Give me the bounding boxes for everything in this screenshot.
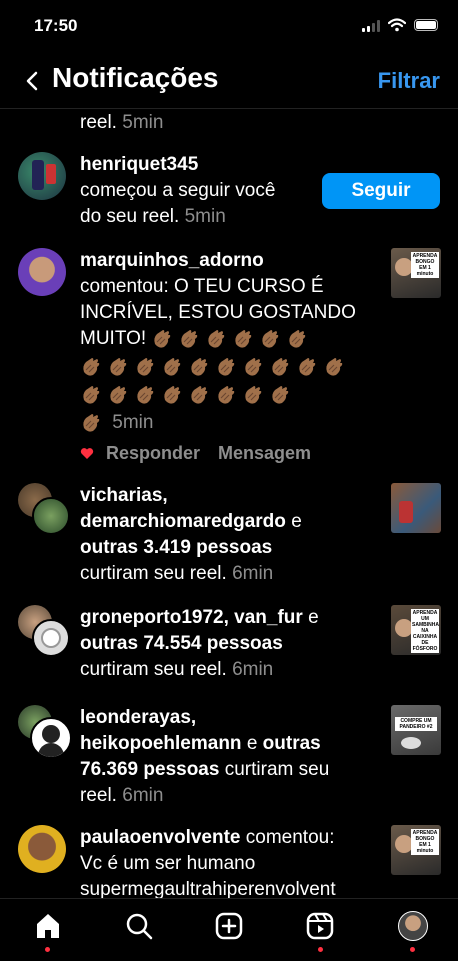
bottom-nav <box>0 898 458 961</box>
notification-item-likes[interactable]: groneporto1972, van_fur e outras 74.554 … <box>0 605 458 690</box>
search-icon[interactable] <box>124 911 154 941</box>
heart-icon[interactable] <box>80 447 94 460</box>
clapping-hands-icon <box>272 357 289 376</box>
clapping-hands-icon <box>218 385 235 404</box>
message-button[interactable]: Mensagem <box>218 440 311 466</box>
header-divider <box>0 108 458 109</box>
clapping-hands-icon <box>83 413 100 432</box>
reel-thumbnail[interactable]: COMPRE UM PANDEIRO #2 <box>391 705 441 755</box>
username[interactable]: demarchiomaredgardo <box>80 511 286 532</box>
header: Notificações Filtrar <box>0 58 458 106</box>
clapping-hands-icon <box>235 329 252 348</box>
clapping-hands-icon <box>326 357 343 376</box>
notification-text: leonderayas, heikopoehlemann e outras 76… <box>80 705 330 806</box>
clapping-hands-icon <box>83 385 100 404</box>
notification-text: henriquet345 começou a seguir você do se… <box>80 152 276 227</box>
clapping-hands-icon <box>110 357 127 376</box>
notification-item-comment[interactable]: marquinhos_adorno comentou: O TEU CURSO … <box>0 248 458 468</box>
clapping-hands-icon <box>137 357 154 376</box>
notification-time: 6min <box>122 785 164 806</box>
username[interactable]: vicharias, <box>80 483 302 509</box>
clapping-hands-icon <box>245 385 262 404</box>
notification-time: 5min <box>184 206 226 227</box>
reel-thumbnail[interactable]: APRENDA BONGO EM 1 minuto <box>391 825 441 875</box>
username[interactable]: heikopoehlemann <box>80 733 242 754</box>
notification-time: 6min <box>232 563 274 584</box>
wifi-icon <box>388 18 406 32</box>
reel-thumbnail[interactable]: APRENDA UM SAMBINHA NA CAIXINHA DE FÓSFO… <box>391 605 441 655</box>
clapping-hands-icon <box>181 329 198 348</box>
clapping-hands-icon <box>262 329 279 348</box>
page-title: Notificações <box>52 62 219 93</box>
reels-notification-dot <box>318 947 323 952</box>
back-arrow-icon[interactable] <box>20 66 50 96</box>
notification-text: paulaoenvolvente comentou: Vc é um ser h… <box>80 827 336 900</box>
avatar[interactable] <box>32 619 70 657</box>
username[interactable]: paulaoenvolvente <box>80 827 241 848</box>
clapping-hands-icon <box>154 329 171 348</box>
clapping-hands-icon <box>245 357 262 376</box>
home-icon[interactable] <box>33 911 63 941</box>
username[interactable]: leonderayas, <box>80 705 329 731</box>
clapping-hands-icon <box>137 385 154 404</box>
notification-item-likes[interactable]: leonderayas, heikopoehlemann e outras 76… <box>0 705 458 815</box>
notification-time: 5min <box>112 412 154 433</box>
reels-icon[interactable] <box>305 911 335 941</box>
avatar[interactable] <box>30 717 72 759</box>
thumbnail-caption: APRENDA BONGO EM 1 minuto <box>411 829 439 855</box>
avatar[interactable] <box>18 248 66 296</box>
username[interactable]: marquinhos_adorno <box>80 248 380 274</box>
clapping-hands-icon <box>164 357 181 376</box>
notification-text: vicharias, demarchiomaredgardo e outras … <box>80 483 302 584</box>
notification-text: marquinhos_adorno comentou: O TEU CURSO … <box>80 248 380 438</box>
reply-button[interactable]: Responder <box>106 440 200 466</box>
notification-text: reel. 5min <box>80 112 164 133</box>
clapping-hands-icon <box>191 385 208 404</box>
comment-actions: Responder Mensagem <box>0 440 458 466</box>
status-icons <box>362 18 438 32</box>
username[interactable]: groneporto1972, <box>80 607 229 628</box>
reel-thumbnail[interactable] <box>391 483 441 533</box>
filter-button[interactable]: Filtrar <box>378 68 440 94</box>
status-bar: 17:50 <box>0 0 458 54</box>
thumbnail-caption: COMPRE UM PANDEIRO #2 <box>395 717 437 731</box>
follow-button[interactable]: Seguir <box>322 173 440 209</box>
profile-avatar[interactable] <box>398 911 428 941</box>
battery-icon <box>414 19 438 31</box>
avatar[interactable] <box>32 497 70 535</box>
clapping-hands-icon <box>110 385 127 404</box>
create-post-icon[interactable] <box>214 911 244 941</box>
clapping-hands-icon <box>289 329 306 348</box>
username[interactable]: van_fur <box>234 607 303 628</box>
home-notification-dot <box>45 947 50 952</box>
clapping-hands-icon <box>208 329 225 348</box>
status-time: 17:50 <box>34 16 78 35</box>
cellular-signal-icon <box>362 19 380 32</box>
avatar[interactable] <box>18 152 66 200</box>
notification-item-comment[interactable]: paulaoenvolvente comentou: Vc é um ser h… <box>0 825 458 900</box>
clapping-hands-icon <box>218 357 235 376</box>
notification-time: 6min <box>232 659 274 680</box>
avatar[interactable] <box>18 825 66 873</box>
clapping-hands-icon <box>191 357 208 376</box>
clapping-hands-icon <box>164 385 181 404</box>
profile-notification-dot <box>410 947 415 952</box>
notification-time: 5min <box>122 112 164 133</box>
username[interactable]: henriquet345 <box>80 152 275 178</box>
reel-thumbnail[interactable]: APRENDA BONGO EM 1 minuto <box>391 248 441 298</box>
clapping-hands-icon <box>83 357 100 376</box>
thumbnail-caption: APRENDA UM SAMBINHA NA CAIXINHA DE FÓSFO… <box>411 609 439 653</box>
clapping-hands-icon <box>272 385 289 404</box>
clapping-hands-icon <box>299 357 316 376</box>
notification-text: groneporto1972, van_fur e outras 74.554 … <box>80 607 319 680</box>
notification-item-likes[interactable]: vicharias, demarchiomaredgardo e outras … <box>0 483 458 593</box>
thumbnail-caption: APRENDA BONGO EM 1 minuto <box>411 252 439 278</box>
